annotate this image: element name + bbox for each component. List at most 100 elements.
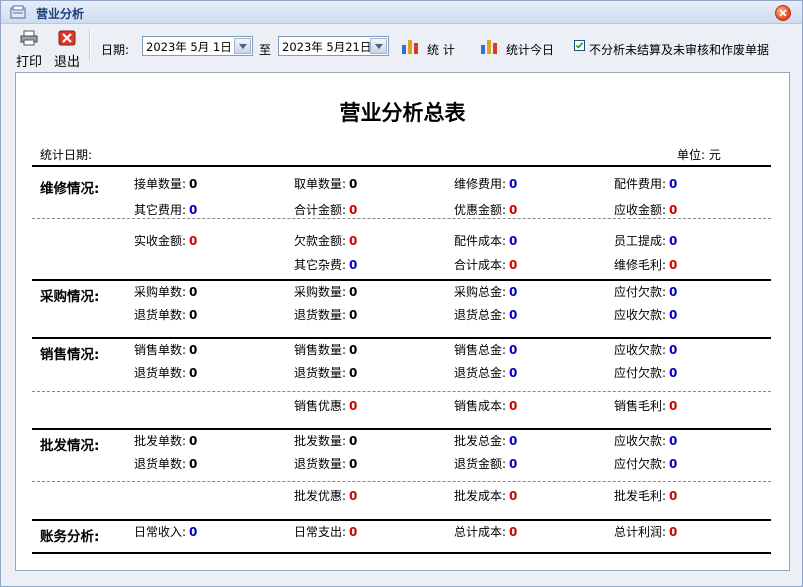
unit-label: 单位: 元 — [677, 148, 721, 162]
field-value: 0 — [349, 457, 358, 471]
filter-checkbox[interactable] — [574, 40, 585, 51]
field-value: 0 — [509, 399, 518, 413]
field-value: 0 — [669, 258, 678, 272]
report-field: 欠款金额: 0 — [294, 232, 357, 249]
field-label: 维修毛利: — [614, 258, 667, 272]
report-bottom-line — [32, 552, 771, 554]
field-label: 退货单数: — [134, 457, 187, 471]
field-value: 0 — [509, 525, 518, 539]
section-divider — [32, 337, 771, 339]
bar-chart-today-icon — [481, 40, 497, 54]
field-value: 0 — [189, 434, 198, 448]
end-date-dropdown-icon[interactable] — [370, 38, 387, 54]
field-label: 采购数量: — [294, 285, 347, 299]
stat-button[interactable]: 统 计 — [427, 41, 455, 58]
field-label: 批发单数: — [134, 434, 187, 448]
field-label: 销售总金: — [454, 343, 507, 357]
field-label: 取单数量: — [294, 177, 347, 191]
bar-chart-icon — [402, 40, 418, 54]
exit-label: 退出 — [53, 55, 80, 70]
field-value: 0 — [349, 399, 358, 413]
field-label: 退货数量: — [294, 366, 347, 380]
field-label: 欠款金额: — [294, 234, 347, 248]
section-divider — [32, 165, 771, 167]
field-label: 退货单数: — [134, 366, 187, 380]
field-label: 维修费用: — [454, 177, 507, 191]
field-value: 0 — [189, 525, 198, 539]
report-field: 总计利润: 0 — [614, 523, 677, 540]
report-field: 接单数量: 0 — [134, 175, 197, 192]
field-value: 0 — [509, 308, 518, 322]
report-field: 员工提成: 0 — [614, 232, 677, 249]
print-button[interactable]: 打印 — [14, 28, 44, 70]
dashed-divider — [32, 218, 771, 219]
report-field: 实收金额: 0 — [134, 232, 197, 249]
report-field: 应付欠款: 0 — [614, 455, 677, 472]
field-value: 0 — [189, 308, 198, 322]
field-value: 0 — [669, 399, 678, 413]
checkmark-icon — [575, 42, 584, 49]
report-field: 应付欠款: 0 — [614, 283, 677, 300]
report-field: 销售毛利: 0 — [614, 397, 677, 414]
report-field: 批发毛利: 0 — [614, 487, 677, 504]
report-field: 退货总金: 0 — [454, 306, 517, 323]
start-date-dropdown-icon[interactable] — [234, 38, 251, 54]
start-date-picker[interactable]: 2023年 5月 1日 — [142, 36, 253, 56]
field-value: 0 — [189, 234, 198, 248]
exit-button[interactable]: 退出 — [52, 28, 82, 70]
field-value: 0 — [669, 234, 678, 248]
title-bar: 营业分析 — [1, 1, 802, 24]
field-value: 0 — [509, 234, 518, 248]
field-value: 0 — [189, 285, 198, 299]
report-field: 总计成本: 0 — [454, 523, 517, 540]
report-field: 应收欠款: 0 — [614, 432, 677, 449]
report-field: 批发总金: 0 — [454, 432, 517, 449]
field-value: 0 — [669, 457, 678, 471]
field-label: 销售单数: — [134, 343, 187, 357]
report-field: 取单数量: 0 — [294, 175, 357, 192]
field-value: 0 — [669, 343, 678, 357]
app-icon — [10, 5, 26, 19]
to-label: 至 — [259, 43, 272, 57]
field-value: 0 — [189, 203, 198, 217]
field-value: 0 — [509, 343, 518, 357]
field-label: 退货数量: — [294, 308, 347, 322]
field-value: 0 — [189, 177, 198, 191]
field-value: 0 — [349, 308, 358, 322]
field-value: 0 — [349, 285, 358, 299]
report-field: 日常收入: 0 — [134, 523, 197, 540]
section-title: 批发情况: — [40, 438, 100, 454]
report-field: 应收金额: 0 — [614, 201, 677, 218]
field-label: 配件成本: — [454, 234, 507, 248]
report-field: 应收欠款: 0 — [614, 306, 677, 323]
field-label: 合计金额: — [294, 203, 347, 217]
section-title: 采购情况: — [40, 289, 100, 305]
field-value: 0 — [189, 343, 198, 357]
filter-checkbox-label[interactable]: 不分析未结算及未审核和作废单据 — [589, 41, 769, 58]
stat-date-label: 统计日期: — [40, 148, 93, 162]
field-label: 退货金额: — [454, 457, 507, 471]
field-value: 0 — [349, 203, 358, 217]
field-label: 应付欠款: — [614, 366, 667, 380]
field-value: 0 — [669, 308, 678, 322]
field-value: 0 — [349, 343, 358, 357]
report-field: 退货单数: 0 — [134, 455, 197, 472]
end-date-picker[interactable]: 2023年 5月21日 — [278, 36, 389, 56]
report-field: 优惠金额: 0 — [454, 201, 517, 218]
report-field: 其它杂费: 0 — [294, 256, 357, 273]
field-value: 0 — [509, 366, 518, 380]
stat-today-button[interactable]: 统计今日 — [506, 41, 554, 58]
field-label: 应付欠款: — [614, 285, 667, 299]
field-label: 退货单数: — [134, 308, 187, 322]
field-value: 0 — [509, 203, 518, 217]
field-value: 0 — [669, 203, 678, 217]
window-title: 营业分析 — [36, 7, 85, 21]
close-button[interactable] — [775, 5, 791, 21]
field-value: 0 — [509, 434, 518, 448]
report-field: 销售单数: 0 — [134, 341, 197, 358]
section-title: 销售情况: — [40, 347, 100, 363]
report-field: 采购单数: 0 — [134, 283, 197, 300]
report-field: 销售数量: 0 — [294, 341, 357, 358]
field-label: 退货总金: — [454, 308, 507, 322]
report-field: 批发优惠: 0 — [294, 487, 357, 504]
